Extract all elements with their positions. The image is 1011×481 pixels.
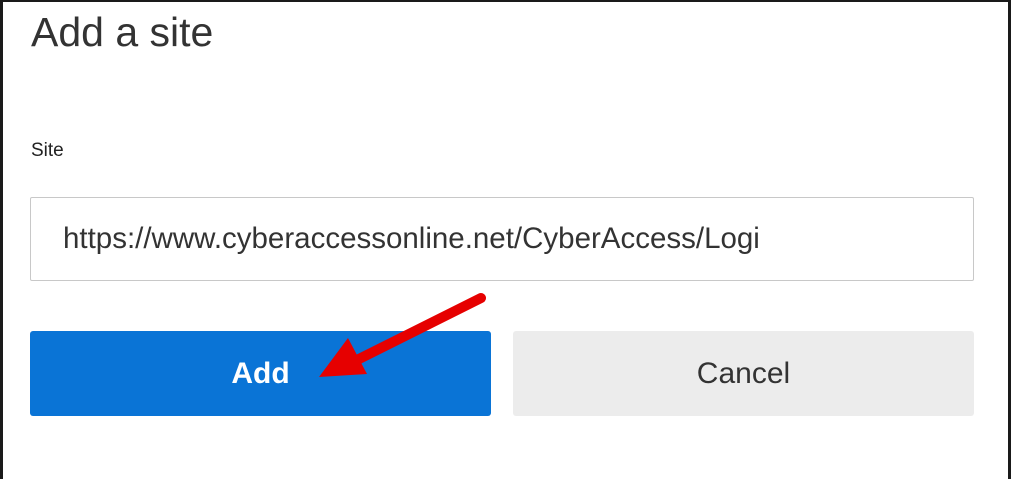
add-site-dialog: Add a site Site Add Cancel	[0, 0, 1011, 479]
cancel-button[interactable]: Cancel	[513, 331, 974, 416]
dialog-title: Add a site	[31, 9, 214, 55]
add-button[interactable]: Add	[30, 331, 491, 416]
site-input[interactable]	[30, 197, 974, 281]
site-label: Site	[31, 140, 64, 161]
